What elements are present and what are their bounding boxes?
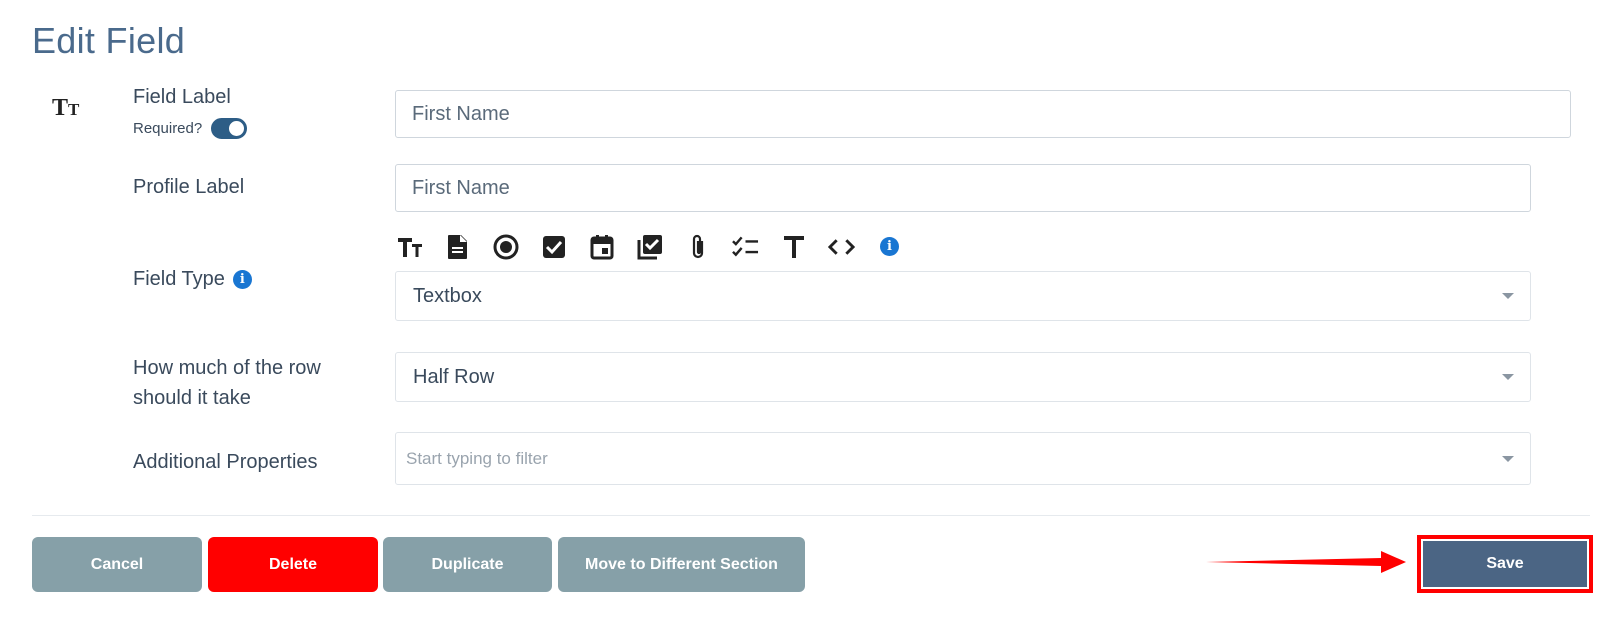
delete-button[interactable]: Delete [208,537,378,592]
required-label: Required? [133,120,203,137]
field-label-label: Field Label [133,86,231,108]
duplicate-button[interactable]: Duplicate [383,537,552,592]
field-type-select[interactable]: Textbox [395,271,1531,321]
required-row: Required? [133,118,248,139]
profile-label-input[interactable]: First Name [395,164,1531,212]
profile-label-label: Profile Label [133,176,245,198]
calendar-icon[interactable] [588,233,615,260]
document-icon[interactable] [444,233,471,260]
chevron-down-icon [1502,293,1514,299]
field-type-label: Field Type [133,268,225,290]
field-label-input[interactable]: First Name [395,90,1571,138]
code-icon[interactable] [828,233,855,260]
field-type-value: Textbox [413,284,482,307]
additional-properties-placeholder: Start typing to filter [406,448,548,468]
required-toggle[interactable] [211,118,248,139]
row-width-select[interactable]: Half Row [395,352,1531,402]
row-width-label: How much of the row should it take [133,357,321,409]
toggle-knob [229,121,245,136]
chevron-down-icon [1502,374,1514,380]
field-type-info-icon[interactable]: i [232,270,252,289]
additional-properties-input[interactable]: Start typing to filter [395,432,1531,485]
text-icon[interactable] [780,233,807,260]
checklist-icon[interactable] [732,233,759,260]
multi-checkbox-icon[interactable] [636,233,663,260]
additional-properties-label: Additional Properties [133,451,318,473]
chevron-down-icon [1502,455,1514,462]
textbox-icon[interactable] [396,233,423,260]
text-field-icon: TT [52,95,80,121]
info-icon[interactable]: i [876,233,903,260]
move-section-button[interactable]: Move to Different Section [558,537,805,592]
page-title: Edit Field [32,20,186,61]
annotation-arrow-icon [1206,551,1406,573]
radio-icon[interactable] [492,233,519,260]
row-width-value: Half Row [413,365,495,388]
field-type-label-row: Field Type i [133,268,252,291]
cancel-button[interactable]: Cancel [32,537,202,592]
field-type-icon-bar: i [396,233,903,260]
attachment-icon[interactable] [684,233,711,260]
checkbox-icon[interactable] [540,233,567,260]
save-button[interactable]: Save [1423,541,1587,587]
divider [32,515,1590,516]
